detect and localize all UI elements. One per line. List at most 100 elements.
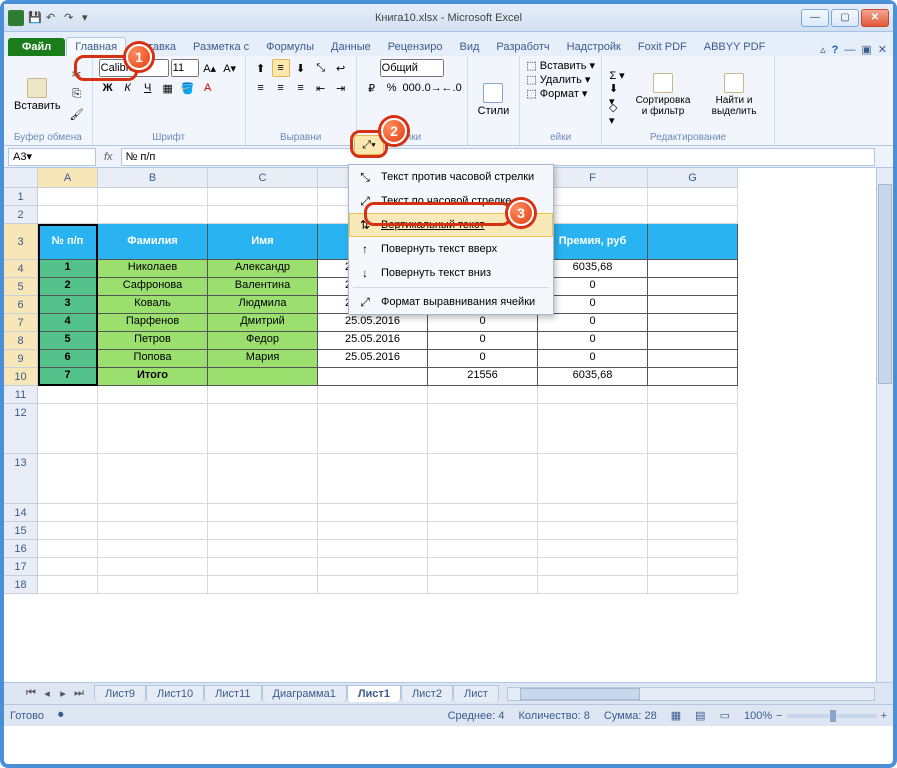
- cell[interactable]: [98, 522, 208, 540]
- format-button[interactable]: ⬚ Формат ▾: [526, 87, 587, 100]
- cell[interactable]: [648, 296, 738, 314]
- cell[interactable]: 0: [428, 314, 538, 332]
- increase-indent-icon[interactable]: ⇥: [332, 79, 350, 97]
- row-header-2[interactable]: 2: [4, 206, 38, 224]
- orientation-down[interactable]: ↓Повернуть текст вниз: [349, 261, 553, 285]
- cell[interactable]: [538, 504, 648, 522]
- cell[interactable]: [98, 404, 208, 454]
- row-header-5[interactable]: 5: [4, 278, 38, 296]
- cell[interactable]: [208, 188, 318, 206]
- row-header-9[interactable]: 9: [4, 350, 38, 368]
- zoom-control[interactable]: 100% − +: [744, 710, 887, 722]
- undo-icon[interactable]: ↶: [46, 11, 60, 25]
- cell[interactable]: 6035,68: [538, 260, 648, 278]
- font-size-input[interactable]: [171, 59, 199, 77]
- cell[interactable]: 0: [428, 332, 538, 350]
- cell[interactable]: [648, 278, 738, 296]
- fill-color-icon[interactable]: 🪣: [179, 79, 197, 97]
- row-header-1[interactable]: 1: [4, 188, 38, 206]
- cell[interactable]: Парфенов: [98, 314, 208, 332]
- close-button[interactable]: ✕: [861, 9, 889, 27]
- row-header-16[interactable]: 16: [4, 540, 38, 558]
- cell[interactable]: [538, 540, 648, 558]
- orientation-dropdown-button[interactable]: ⤢▾: [354, 135, 384, 155]
- qat-more-icon[interactable]: ▾: [82, 11, 96, 25]
- tab-data[interactable]: Данные: [323, 38, 379, 56]
- decrease-decimal-icon[interactable]: ←.0: [443, 79, 461, 97]
- cell[interactable]: [538, 188, 648, 206]
- cell[interactable]: 0: [538, 350, 648, 368]
- cell[interactable]: [38, 558, 98, 576]
- cell[interactable]: Фамилия: [98, 224, 208, 260]
- cell[interactable]: 25.05.2016: [318, 332, 428, 350]
- insert-button[interactable]: ⬚ Вставить ▾: [526, 59, 595, 72]
- cell[interactable]: [318, 368, 428, 386]
- sheet-nav-next-icon[interactable]: ▸: [56, 687, 70, 700]
- cell[interactable]: [318, 386, 428, 404]
- view-pagebreak-icon[interactable]: ▭: [720, 709, 730, 722]
- tab-review[interactable]: Рецензиро: [380, 38, 451, 56]
- select-all-corner[interactable]: [4, 168, 38, 188]
- scroll-thumb[interactable]: [878, 184, 892, 384]
- cell[interactable]: [538, 558, 648, 576]
- zoom-out-icon[interactable]: −: [776, 710, 782, 722]
- cell[interactable]: [208, 368, 318, 386]
- align-top-icon[interactable]: ⬆: [252, 59, 270, 77]
- cell[interactable]: [428, 540, 538, 558]
- cell[interactable]: [648, 224, 738, 260]
- tab-home[interactable]: Главная: [66, 37, 126, 56]
- cell[interactable]: 0: [538, 278, 648, 296]
- cell[interactable]: [208, 558, 318, 576]
- cell[interactable]: [648, 454, 738, 504]
- cell[interactable]: [98, 188, 208, 206]
- bold-button[interactable]: Ж: [99, 79, 117, 97]
- comma-icon[interactable]: 000: [403, 79, 421, 97]
- cell[interactable]: [318, 504, 428, 522]
- redo-icon[interactable]: ↷: [64, 11, 78, 25]
- cell[interactable]: [648, 558, 738, 576]
- sheet-nav-last-icon[interactable]: ⏭: [72, 687, 86, 700]
- cell[interactable]: [98, 540, 208, 558]
- cell[interactable]: [428, 386, 538, 404]
- sheet-tab[interactable]: Лист2: [401, 685, 453, 702]
- cell[interactable]: [98, 386, 208, 404]
- col-header-A[interactable]: A: [38, 168, 98, 188]
- col-header-G[interactable]: G: [648, 168, 738, 188]
- cell[interactable]: [538, 576, 648, 594]
- sheet-tab[interactable]: Диаграмма1: [262, 685, 347, 702]
- tab-formulas[interactable]: Формулы: [258, 38, 322, 56]
- cell[interactable]: [208, 386, 318, 404]
- col-header-C[interactable]: C: [208, 168, 318, 188]
- sheet-tab[interactable]: Лист: [453, 685, 499, 702]
- cell[interactable]: [648, 576, 738, 594]
- cell[interactable]: [648, 314, 738, 332]
- cell[interactable]: 3: [38, 296, 98, 314]
- cell[interactable]: [538, 206, 648, 224]
- cell[interactable]: Премия, руб: [538, 224, 648, 260]
- align-middle-icon[interactable]: ≡: [272, 59, 290, 77]
- window-restore-icon[interactable]: ▣: [861, 43, 871, 56]
- cell[interactable]: Федор: [208, 332, 318, 350]
- sheet-tab[interactable]: Лист1: [347, 685, 401, 702]
- cell[interactable]: [98, 504, 208, 522]
- view-normal-icon[interactable]: ▦: [671, 709, 681, 722]
- help-icon[interactable]: ?: [832, 44, 839, 56]
- cell[interactable]: [38, 404, 98, 454]
- sheet-nav-first-icon[interactable]: ⏮: [24, 687, 38, 700]
- tab-view[interactable]: Вид: [452, 38, 488, 56]
- row-header-13[interactable]: 13: [4, 454, 38, 504]
- cell[interactable]: 7: [38, 368, 98, 386]
- row-header-6[interactable]: 6: [4, 296, 38, 314]
- cell[interactable]: [208, 404, 318, 454]
- sheet-tab[interactable]: Лист10: [146, 685, 204, 702]
- orientation-format-cells[interactable]: ⤢Формат выравнивания ячейки: [349, 290, 553, 314]
- cell[interactable]: Мария: [208, 350, 318, 368]
- cell[interactable]: [428, 404, 538, 454]
- cell[interactable]: [38, 188, 98, 206]
- cell[interactable]: [208, 206, 318, 224]
- cell[interactable]: [98, 454, 208, 504]
- row-header-17[interactable]: 17: [4, 558, 38, 576]
- save-icon[interactable]: 💾: [28, 11, 42, 25]
- cell[interactable]: [38, 504, 98, 522]
- italic-button[interactable]: К: [119, 79, 137, 97]
